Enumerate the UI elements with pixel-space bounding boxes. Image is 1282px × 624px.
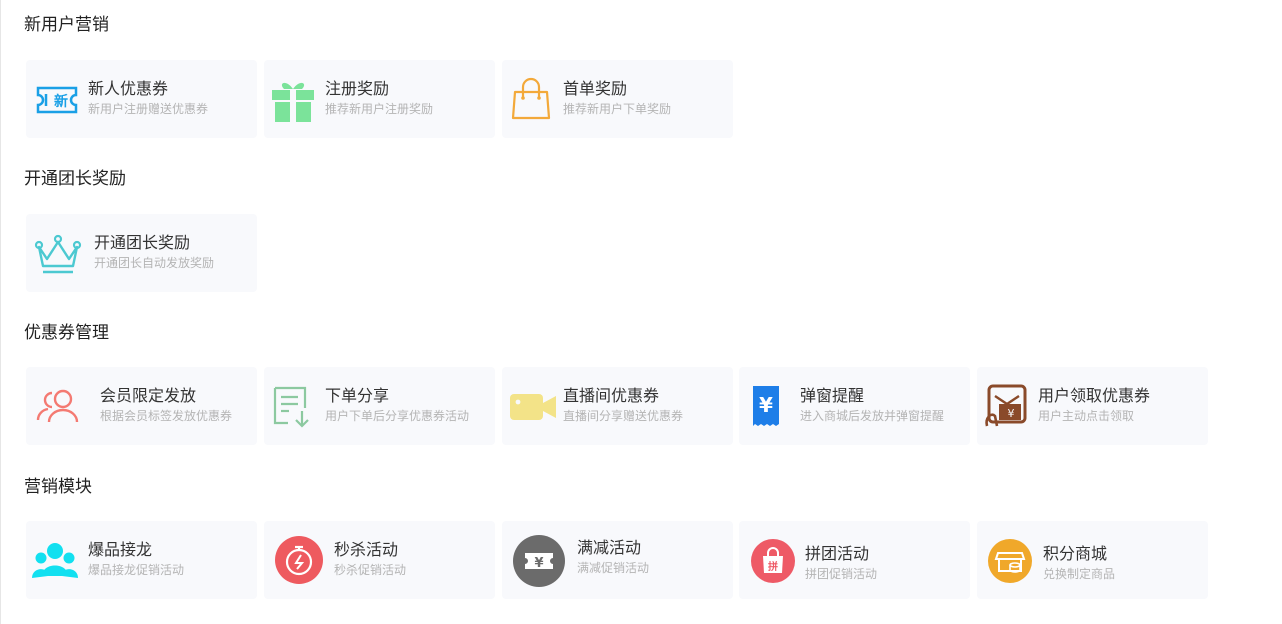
card-title: 满减活动 xyxy=(577,538,642,557)
svg-text:¥: ¥ xyxy=(534,556,543,571)
group-buy-bag-icon: 拼 xyxy=(751,539,801,589)
card-desc: 新用户注册赠送优惠券 xyxy=(88,102,209,116)
card-title: 注册奖励 xyxy=(325,79,390,98)
card-points-store[interactable]: 积分商城 兑换制定商品 xyxy=(977,521,1208,599)
card-flash-sale[interactable]: 秒杀活动 秒杀促销活动 xyxy=(264,521,495,599)
gift-icon xyxy=(268,75,318,125)
card-desc: 根据会员标签发放优惠券 xyxy=(100,409,233,423)
card-desc: 用户下单后分享优惠券活动 xyxy=(325,409,470,423)
svg-text:新: 新 xyxy=(54,93,68,110)
points-store-icon xyxy=(987,539,1037,589)
section-title-marketing-modules: 营销模块 xyxy=(24,477,92,497)
card-title: 积分商城 xyxy=(1043,544,1108,563)
card-group-buy[interactable]: 拼 拼团活动 拼团促销活动 xyxy=(739,521,970,599)
card-member-limited[interactable]: 会员限定发放 根据会员标签发放优惠券 xyxy=(26,367,257,445)
card-title: 直播间优惠券 xyxy=(563,386,660,405)
card-order-share[interactable]: 下单分享 用户下单后分享优惠券活动 xyxy=(264,367,495,445)
crown-icon xyxy=(32,229,82,279)
card-full-reduction[interactable]: ¥ 满减活动 满减促销活动 xyxy=(502,521,733,599)
claim-coupon-icon: ¥ xyxy=(983,382,1033,432)
card-desc: 拼团促销活动 xyxy=(805,567,878,581)
card-claim-coupon[interactable]: ¥ 用户领取优惠券 用户主动点击领取 xyxy=(977,367,1208,445)
card-title: 会员限定发放 xyxy=(100,386,197,405)
card-popup-reminder[interactable]: ¥ 弹窗提醒 进入商城后发放并弹窗提醒 xyxy=(739,367,970,445)
card-desc: 爆品接龙促销活动 xyxy=(88,563,185,577)
new-coupon-icon: 新 xyxy=(34,75,84,125)
card-title: 用户领取优惠券 xyxy=(1038,386,1151,405)
card-desc: 满减促销活动 xyxy=(577,561,650,575)
card-live-coupon[interactable]: 直播间优惠券 直播间分享赠送优惠券 xyxy=(502,367,733,445)
share-order-icon xyxy=(272,382,322,432)
video-camera-icon xyxy=(510,382,560,432)
card-desc: 兑换制定商品 xyxy=(1043,567,1116,581)
card-desc: 推荐新用户下单奖励 xyxy=(563,102,672,116)
card-desc: 进入商城后发放并弹窗提醒 xyxy=(800,409,945,423)
yen-ticket-icon: ¥ xyxy=(749,382,799,432)
card-new-user-coupon[interactable]: 新 新人优惠券 新用户注册赠送优惠券 xyxy=(26,60,257,138)
card-title: 弹窗提醒 xyxy=(800,386,865,405)
card-leader-reward[interactable]: 开通团长奖励 开通团长自动发放奖励 xyxy=(26,214,257,292)
group-people-icon xyxy=(32,536,82,586)
card-hot-product-relay[interactable]: 爆品接龙 爆品接龙促销活动 xyxy=(26,521,257,599)
section-title-coupon-mgmt: 优惠券管理 xyxy=(24,323,109,343)
card-desc: 秒杀促销活动 xyxy=(334,563,407,577)
section-title-leader-reward: 开通团长奖励 xyxy=(24,169,126,189)
card-desc: 用户主动点击领取 xyxy=(1038,409,1135,423)
members-icon xyxy=(36,382,86,432)
svg-text:¥: ¥ xyxy=(759,393,773,417)
card-title: 下单分享 xyxy=(325,386,390,405)
svg-text:¥: ¥ xyxy=(1008,407,1015,420)
shopping-bag-icon xyxy=(510,75,560,125)
stopwatch-icon xyxy=(275,536,325,586)
section-title-new-user: 新用户营销 xyxy=(24,15,109,35)
card-desc: 直播间分享赠送优惠券 xyxy=(563,409,684,423)
card-title: 开通团长奖励 xyxy=(94,233,191,252)
yen-discount-icon: ¥ xyxy=(513,535,565,587)
left-divider xyxy=(0,0,1,624)
card-first-order-reward[interactable]: 首单奖励 推荐新用户下单奖励 xyxy=(502,60,733,138)
svg-text:拼: 拼 xyxy=(768,560,778,573)
card-desc: 推荐新用户注册奖励 xyxy=(325,102,434,116)
card-title: 新人优惠券 xyxy=(88,79,169,98)
card-register-reward[interactable]: 注册奖励 推荐新用户注册奖励 xyxy=(264,60,495,138)
card-title: 首单奖励 xyxy=(563,79,628,98)
card-title: 秒杀活动 xyxy=(334,540,399,559)
card-desc: 开通团长自动发放奖励 xyxy=(94,256,215,270)
card-title: 拼团活动 xyxy=(805,544,870,563)
card-title: 爆品接龙 xyxy=(88,540,153,559)
